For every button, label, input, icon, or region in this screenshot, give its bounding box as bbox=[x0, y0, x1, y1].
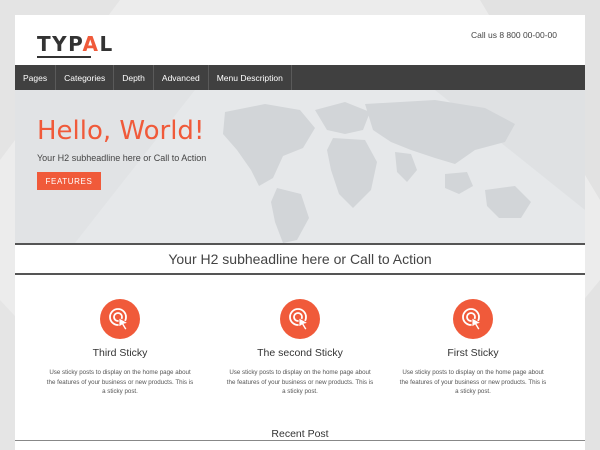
nav-item-advanced[interactable]: Advanced bbox=[154, 65, 209, 90]
logo-accent: A bbox=[82, 32, 100, 56]
nav-item-pages[interactable]: Pages bbox=[15, 65, 57, 90]
subheadline-band: Your H2 subheadline here or Call to Acti… bbox=[15, 243, 585, 275]
hero-section: Hello, World! Your H2 subheadline here o… bbox=[15, 90, 585, 243]
logo-prefix: TYP bbox=[37, 32, 83, 56]
page-container: TYPAL Call us 8 800 00-00-00 Pages Categ… bbox=[15, 15, 585, 450]
world-map-image bbox=[15, 90, 585, 243]
feature-title: The second Sticky bbox=[257, 347, 343, 359]
hero-subtitle: Your H2 subheadline here or Call to Acti… bbox=[37, 153, 207, 163]
feature-title: Third Sticky bbox=[92, 347, 148, 359]
nav-item-menu-description[interactable]: Menu Description bbox=[209, 65, 292, 90]
logo-suffix: L bbox=[99, 32, 114, 56]
cursor-click-icon bbox=[100, 299, 140, 339]
site-logo[interactable]: TYPAL bbox=[37, 32, 114, 56]
main-nav: Pages Categories Depth Advanced Menu Des… bbox=[15, 65, 585, 90]
feature-text: Use sticky posts to display on the home … bbox=[399, 369, 547, 396]
feature-text: Use sticky posts to display on the home … bbox=[46, 369, 194, 396]
cursor-click-icon bbox=[453, 299, 493, 339]
cursor-click-icon bbox=[280, 299, 320, 339]
logo-underline bbox=[37, 56, 91, 58]
nav-item-categories[interactable]: Categories bbox=[56, 65, 115, 90]
call-us-text: Call us 8 800 00-00-00 bbox=[470, 30, 557, 40]
feature-text: Use sticky posts to display on the home … bbox=[226, 369, 374, 396]
feature-title: First Sticky bbox=[447, 347, 499, 359]
hero-title: Hello, World! bbox=[37, 116, 205, 146]
recent-post-divider bbox=[15, 440, 585, 441]
features-section: Third Sticky Use sticky posts to display… bbox=[15, 275, 585, 405]
features-button[interactable]: FEATURES bbox=[37, 172, 101, 190]
site-header: TYPAL Call us 8 800 00-00-00 bbox=[15, 15, 585, 65]
recent-post-heading: Recent Post bbox=[271, 428, 329, 440]
nav-item-depth[interactable]: Depth bbox=[114, 65, 154, 90]
